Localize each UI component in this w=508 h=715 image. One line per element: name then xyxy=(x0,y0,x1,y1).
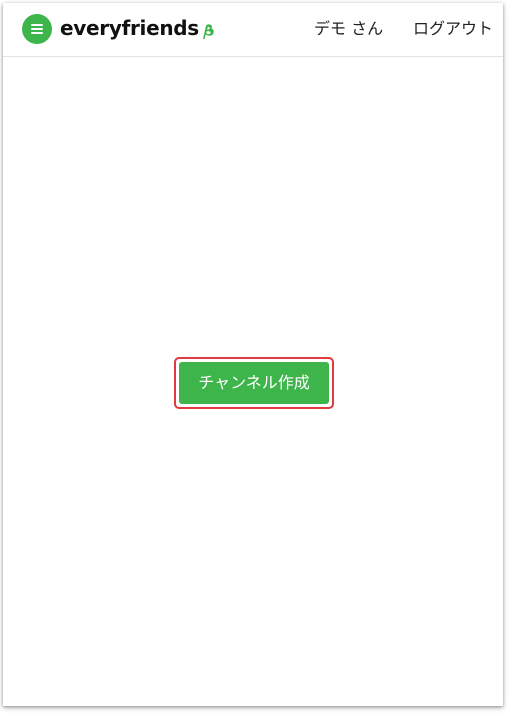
hamburger-icon-bar xyxy=(31,32,43,34)
user-name: デモ さん xyxy=(314,19,384,38)
logout-link[interactable]: ログアウト xyxy=(413,18,493,40)
logo-text: everyfriends xyxy=(60,16,199,40)
beta-leaf-icon xyxy=(202,23,214,39)
hamburger-icon xyxy=(31,24,43,26)
top-header: everyfriends デモ さん ログアウト xyxy=(3,3,503,57)
create-channel-button[interactable]: チャンネル作成 xyxy=(179,362,329,404)
logo[interactable]: everyfriends xyxy=(60,13,217,43)
app-window: everyfriends デモ さん ログアウト チャンネル作成 xyxy=(3,3,503,706)
hamburger-icon-bar xyxy=(31,28,43,30)
menu-button[interactable] xyxy=(22,14,52,44)
